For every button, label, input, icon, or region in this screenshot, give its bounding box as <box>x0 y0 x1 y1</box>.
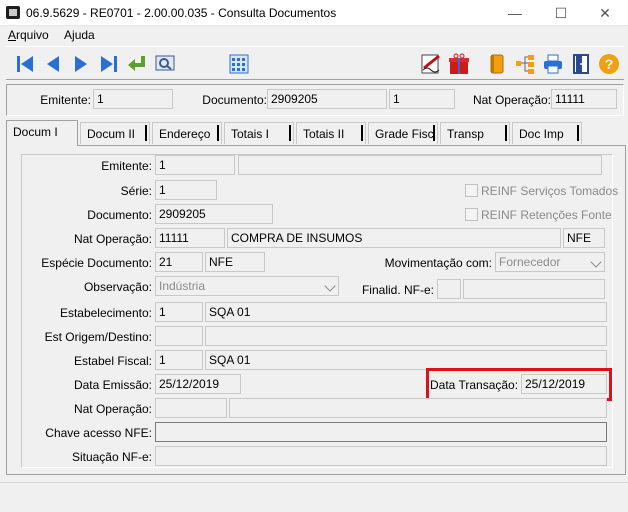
header-nat-operacao-label: Nat Operação: <box>472 93 551 107</box>
minimize-button[interactable]: — <box>492 0 538 26</box>
tab-transp[interactable]: Transp <box>440 122 510 144</box>
observacao-select[interactable]: Indústria <box>155 276 339 296</box>
menu-arquivo[interactable]: Arquivo <box>8 28 49 42</box>
estabel-fiscal-label: Estabel Fiscal: <box>73 354 152 368</box>
especie-code-field: 21 <box>155 252 203 272</box>
menu-ajuda[interactable]: Ajuda <box>64 28 95 42</box>
go-to-icon[interactable] <box>124 51 150 77</box>
next-record-icon[interactable] <box>68 51 94 77</box>
chevron-down-icon <box>590 256 602 268</box>
maximize-button[interactable]: ☐ <box>538 0 584 26</box>
estabelecimento-code-field: 1 <box>155 302 203 322</box>
estabel-fiscal-desc-field: SQA 01 <box>205 350 607 370</box>
header-documento-field: 2909205 <box>267 89 387 109</box>
data-emissao-label: Data Emissão: <box>73 378 152 392</box>
window-title: 06.9.5629 - RE0701 - 2.00.00.035 - Consu… <box>26 6 337 20</box>
finalid-desc-field <box>463 279 605 299</box>
documento-field: 2909205 <box>155 204 273 224</box>
serie-field: 1 <box>155 180 217 200</box>
highlight-box <box>426 368 612 401</box>
reinf-retencoes-label: REINF Retenções Fonte <box>481 208 612 222</box>
search-icon[interactable] <box>152 51 178 77</box>
app-icon <box>6 6 20 19</box>
help-icon[interactable]: ? <box>596 51 622 77</box>
situacao-label: Situação NF-e: <box>71 450 152 464</box>
menu-bar: Arquivo Ajuda <box>0 26 628 45</box>
nat-operacao2-label: Nat Operação: <box>73 402 152 416</box>
especie-label: Espécie Documento: <box>41 256 152 270</box>
close-button[interactable]: ✕ <box>582 0 628 26</box>
movimentacao-select[interactable]: Fornecedor <box>495 252 605 272</box>
tab-strip: Docum I Docum II Endereço Totais I Totai… <box>6 120 626 146</box>
status-bar <box>0 482 628 512</box>
svg-text:?: ? <box>605 56 614 72</box>
especie-desc-field: NFE <box>205 252 265 272</box>
est-origem-desc-field <box>205 326 607 346</box>
nat-operacao-code-field: 11111 <box>155 228 225 248</box>
print-icon[interactable] <box>540 51 566 77</box>
nat-operacao-label: Nat Operação: <box>73 232 152 246</box>
chave-acesso-field[interactable] <box>155 422 607 442</box>
header-emitente-label: Emitente: <box>40 93 91 107</box>
reinf-retencoes-checkbox[interactable] <box>465 208 478 221</box>
movimentacao-label: Movimentação com: <box>384 256 492 270</box>
estabel-fiscal-code-field: 1 <box>155 350 203 370</box>
chevron-down-icon <box>324 280 336 292</box>
last-record-icon[interactable] <box>96 51 122 77</box>
estabelecimento-label: Estabelecimento: <box>59 306 152 320</box>
tab-doc-imp[interactable]: Doc Imp <box>512 122 582 144</box>
finalid-label: Finalid. NF-e: <box>361 283 434 297</box>
emitente-label: Emitente: <box>101 159 152 173</box>
calendar-icon[interactable] <box>226 51 252 77</box>
book-icon[interactable] <box>484 51 510 77</box>
tree-icon[interactable] <box>512 51 538 77</box>
previous-record-icon[interactable] <box>40 51 66 77</box>
tab-grade-fisc[interactable]: Grade Fisc <box>368 122 438 144</box>
nat-operacao-desc-field: COMPRA DE INSUMOS <box>227 228 561 248</box>
signature-icon[interactable] <box>418 51 444 77</box>
tab-docum-i[interactable]: Docum I <box>6 120 78 146</box>
nat-operacao2-code-field <box>155 398 227 418</box>
data-emissao-field: 25/12/2019 <box>155 374 241 394</box>
situacao-field <box>155 446 607 466</box>
header-emitente-field: 1 <box>93 89 173 109</box>
est-origem-label: Est Origem/Destino: <box>44 330 152 344</box>
nat-operacao2-desc-field <box>229 398 607 418</box>
gift-icon[interactable] <box>446 51 472 77</box>
estabelecimento-desc-field: SQA 01 <box>205 302 607 322</box>
header-serie-field: 1 <box>389 89 455 109</box>
serie-label: Série: <box>120 184 152 198</box>
tab-totais-i[interactable]: Totais I <box>224 122 294 144</box>
reinf-servicos-checkbox[interactable] <box>465 184 478 197</box>
emitente-field: 1 <box>155 155 235 175</box>
tab-totais-ii[interactable]: Totais II <box>296 122 366 144</box>
finalid-code-field <box>437 279 461 299</box>
observacao-label: Observação: <box>83 280 152 294</box>
tab-endereco[interactable]: Endereço <box>152 122 222 144</box>
est-origem-code-field <box>155 326 203 346</box>
exit-icon[interactable] <box>568 51 594 77</box>
header-nat-operacao-field: 11111 <box>551 89 617 109</box>
tab-docum-ii[interactable]: Docum II <box>80 122 150 144</box>
toolbar: ? <box>6 46 624 80</box>
documento-label: Documento: <box>87 208 152 222</box>
first-record-icon[interactable] <box>12 51 38 77</box>
title-bar: 06.9.5629 - RE0701 - 2.00.00.035 - Consu… <box>0 0 628 26</box>
reinf-servicos-label: REINF Serviços Tomados <box>481 184 619 198</box>
nat-operacao-tipo-field: NFE <box>563 228 605 248</box>
header-fields: Emitente: 1 Documento: 2909205 1 Nat Ope… <box>6 84 624 116</box>
chave-acesso-label: Chave acesso NFE: <box>45 426 152 440</box>
emitente-name-field <box>238 155 602 175</box>
header-documento-label: Documento: <box>202 93 267 107</box>
